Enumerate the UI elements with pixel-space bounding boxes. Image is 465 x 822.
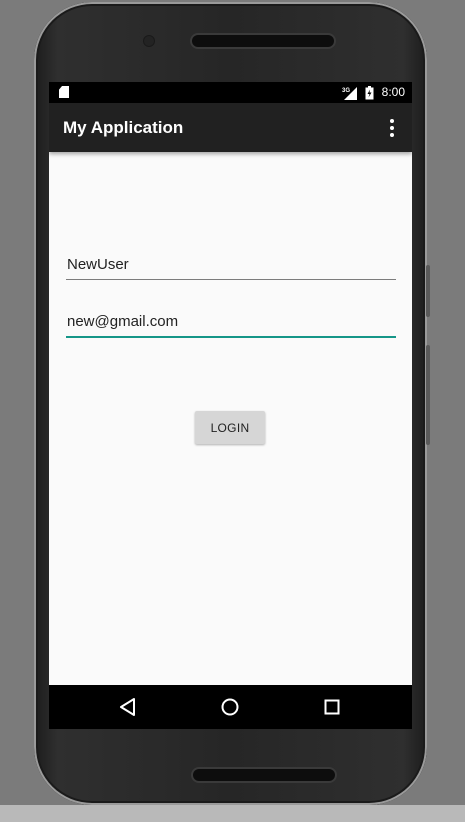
back-icon[interactable] [116,695,140,719]
login-button[interactable]: LOGIN [195,411,265,444]
top-speaker [192,35,334,47]
battery-icon [365,86,374,100]
status-clock: 8:00 [381,85,405,99]
overflow-menu-icon[interactable] [385,119,397,137]
navigation-bar [49,685,412,729]
email-field[interactable] [66,306,396,338]
front-camera [144,36,154,46]
phone-screen: 3G 8:00 My Application LOGIN [49,82,412,729]
desktop-strip [0,805,465,822]
power-button[interactable] [426,265,430,317]
home-icon[interactable] [218,695,242,719]
emulator-stage: 3G 8:00 My Application LOGIN [0,0,465,822]
signal-icon: 3G [342,87,357,100]
sd-card-icon [59,86,69,98]
recents-icon[interactable] [320,695,344,719]
app-title: My Application [63,118,184,137]
bottom-speaker [193,769,335,781]
volume-button[interactable] [426,345,430,445]
app-toolbar: My Application [49,103,412,152]
username-field[interactable] [66,249,396,280]
network-type-label: 3G [342,88,350,94]
status-bar: 3G 8:00 [49,82,412,103]
